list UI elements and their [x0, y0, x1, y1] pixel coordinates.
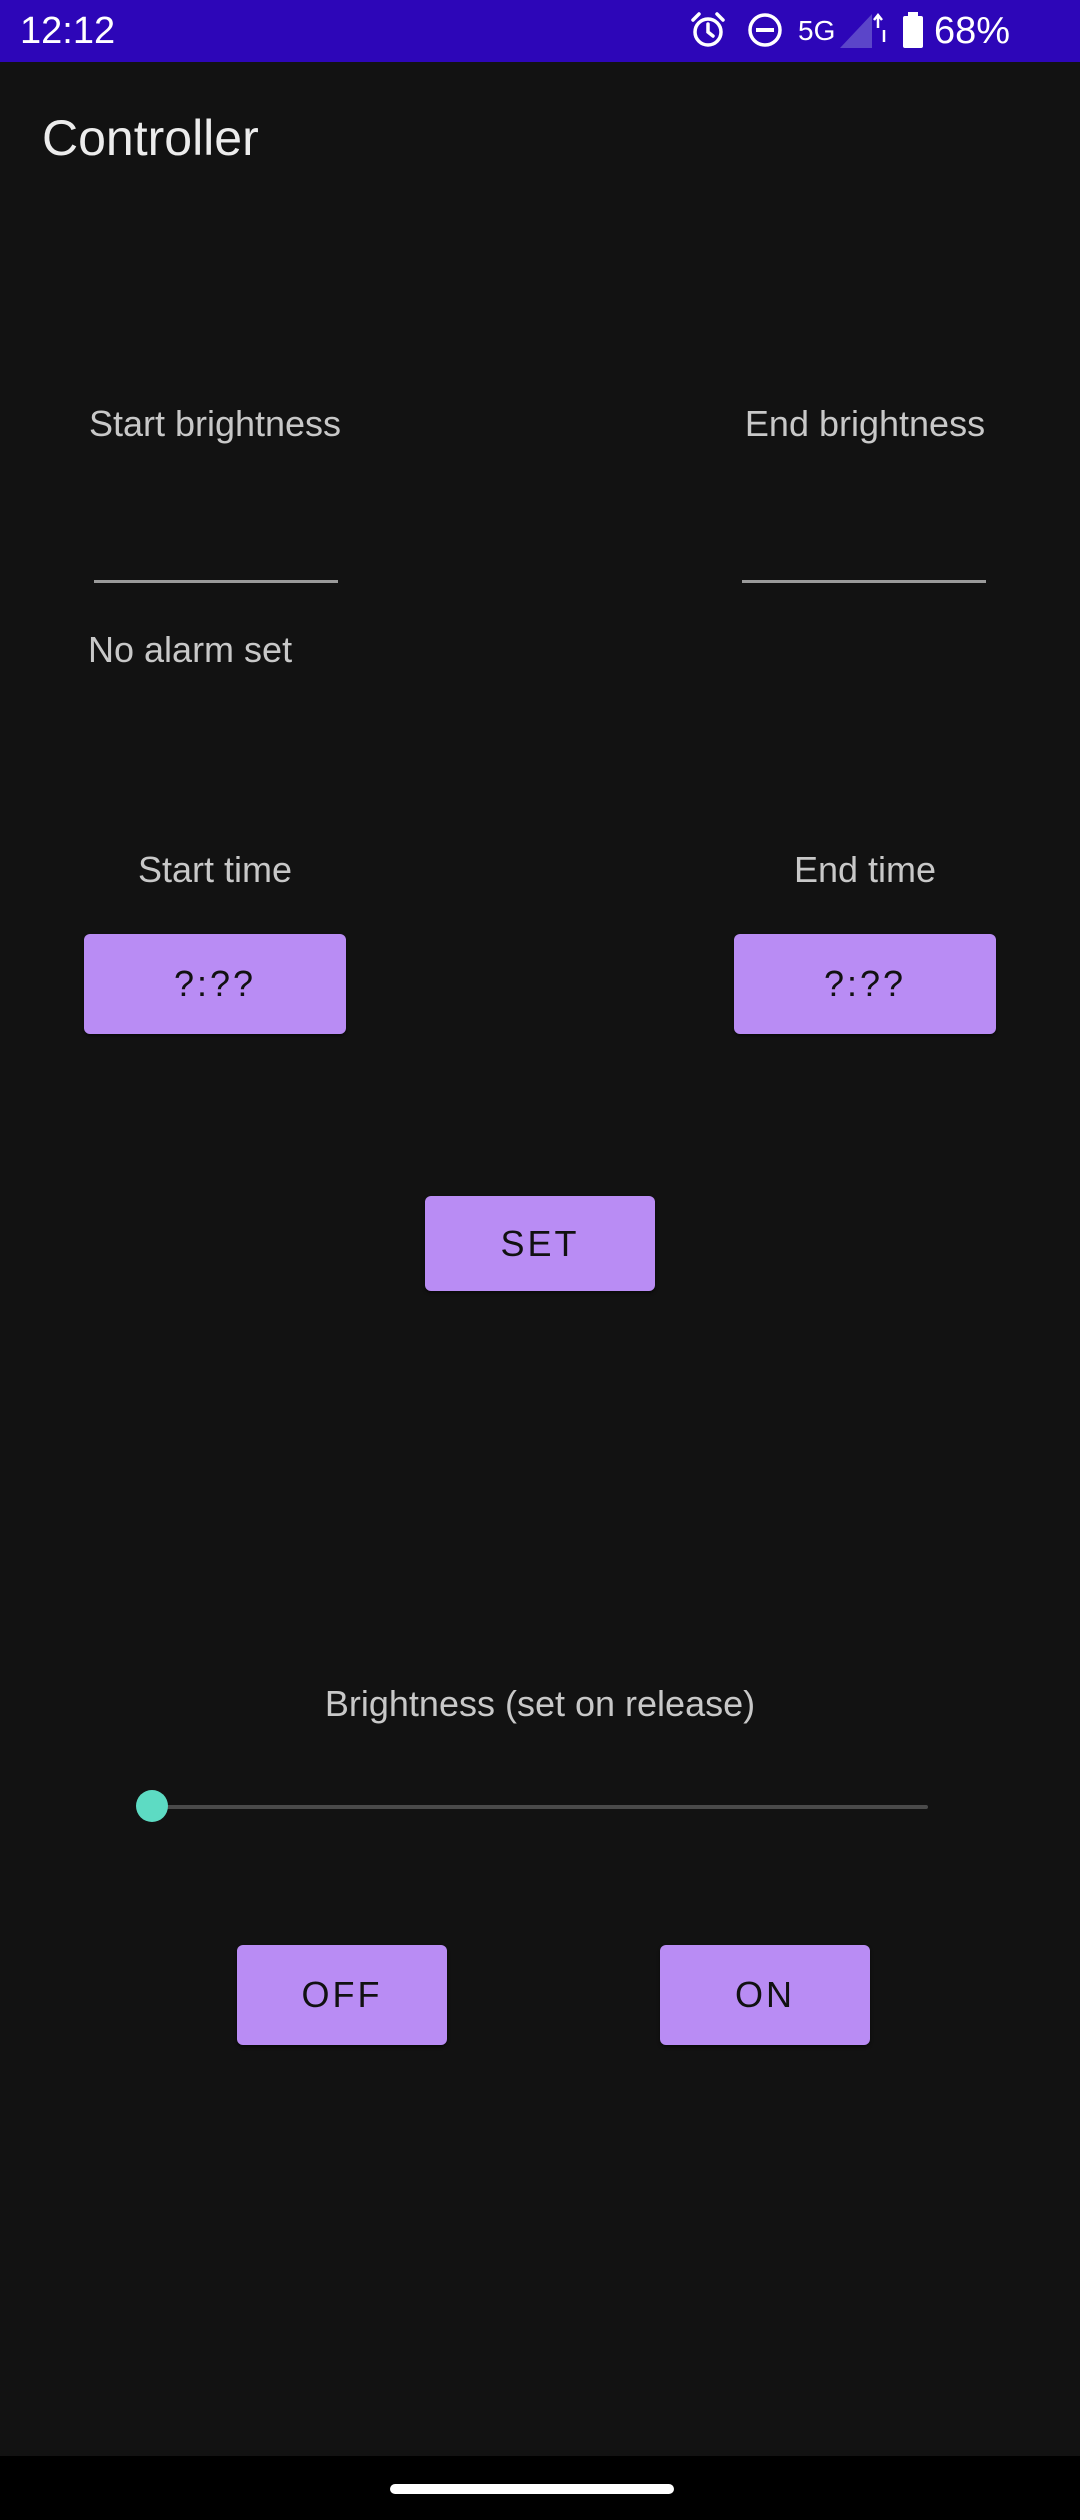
brightness-slider-thumb[interactable] — [136, 1790, 168, 1822]
status-bar: 12:12 5G 68% — [0, 0, 1080, 62]
app-screen: 12:12 5G 68% Controller Start brightness… — [0, 0, 1080, 2520]
alarm-status: No alarm set — [88, 629, 293, 670]
alarm-icon — [688, 10, 728, 50]
end-time-button[interactable]: ?:?? — [734, 934, 996, 1034]
start-brightness-underline — [94, 580, 338, 583]
brightness-slider-label: Brightness (set on release) — [324, 1683, 756, 1724]
end-brightness-label: End brightness — [744, 403, 986, 444]
start-brightness-label: Start brightness — [88, 403, 342, 444]
end-brightness-field[interactable] — [742, 500, 986, 584]
off-button[interactable]: OFF — [237, 1945, 447, 2045]
set-button[interactable]: SET — [425, 1196, 655, 1291]
do-not-disturb-icon — [745, 10, 785, 50]
battery-percent: 68% — [934, 10, 1011, 52]
network-type: 5G — [798, 15, 836, 46]
start-time-label: Start time — [137, 849, 293, 890]
status-time: 12:12 — [20, 10, 116, 52]
start-time-button[interactable]: ?:?? — [84, 934, 346, 1034]
end-brightness-underline — [742, 580, 986, 583]
brightness-slider[interactable] — [152, 1805, 928, 1809]
home-gesture-bar[interactable] — [390, 2484, 674, 2494]
end-time-label: End time — [793, 849, 937, 890]
on-button[interactable]: ON — [660, 1945, 870, 2045]
start-brightness-field[interactable] — [94, 500, 338, 584]
app-title: Controller — [42, 110, 259, 166]
battery-icon — [900, 10, 926, 50]
signal-icon — [838, 10, 888, 50]
